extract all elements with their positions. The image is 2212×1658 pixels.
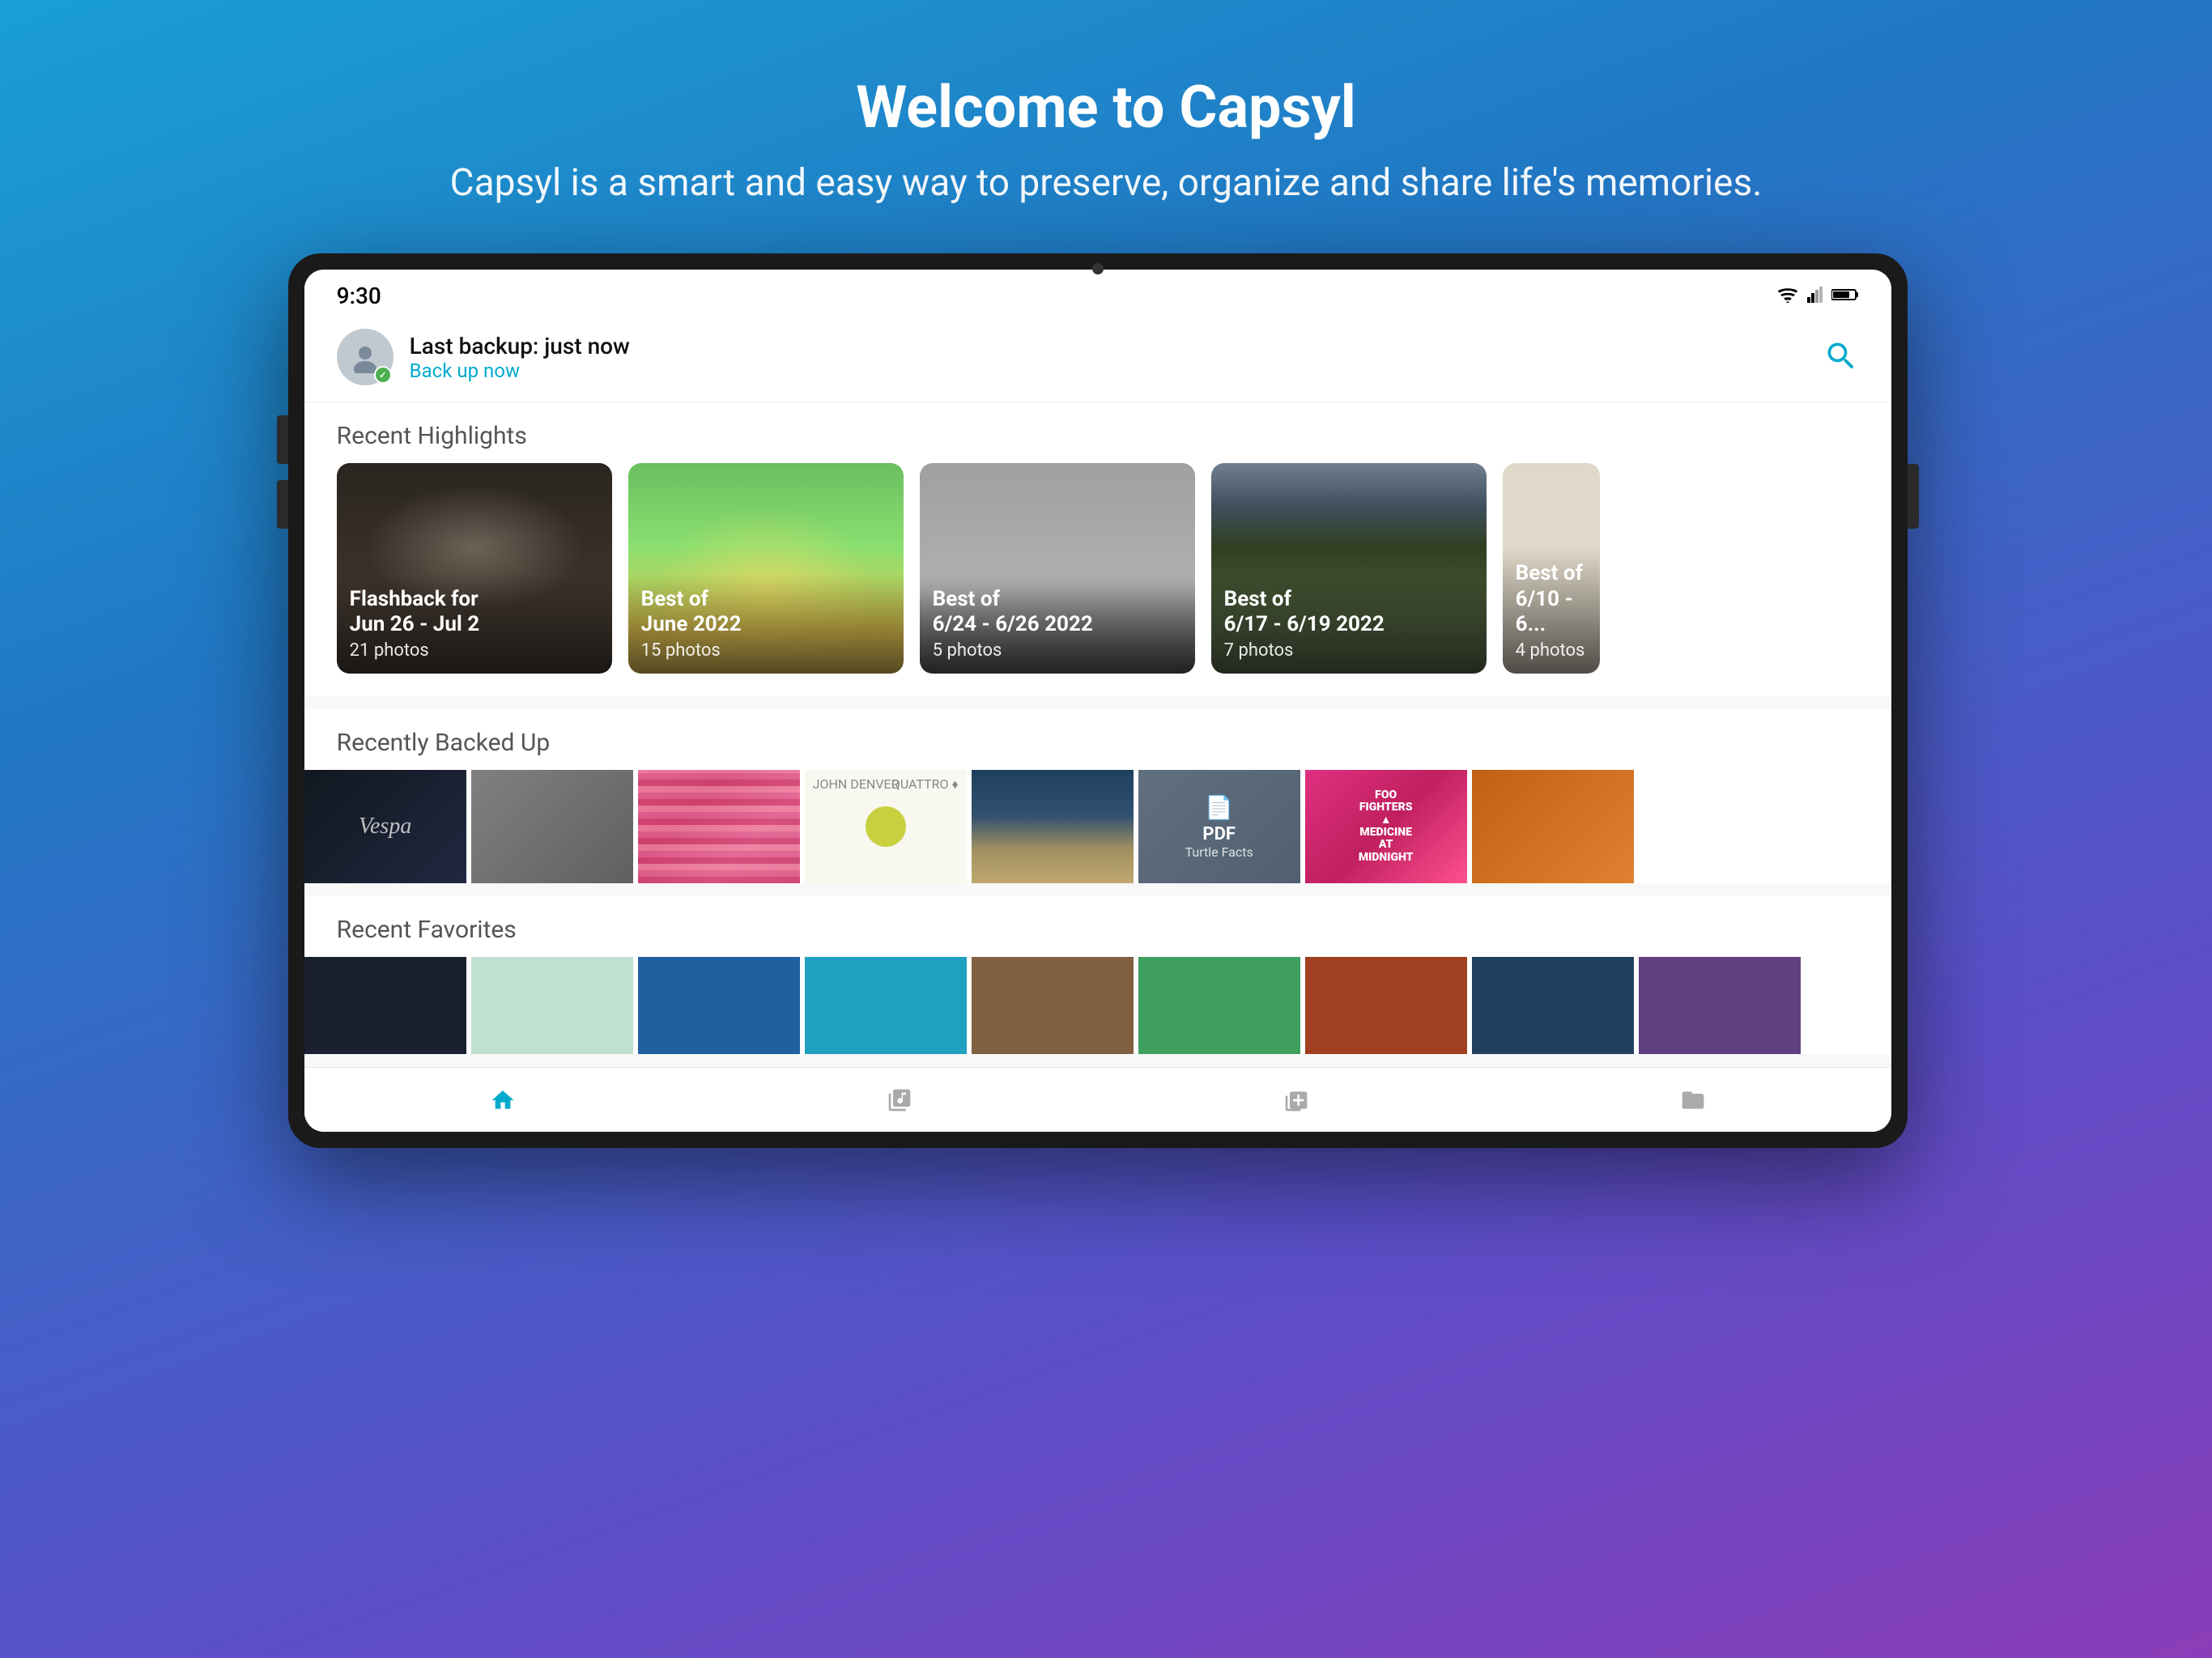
fav-3[interactable] <box>638 957 800 1054</box>
favorites-title: Recent Favorites <box>304 896 1891 957</box>
card-title-5: Best of6/10 - 6... <box>1516 561 1587 637</box>
fav-2[interactable] <box>471 957 633 1054</box>
backed-up-scroll: Vespa JOHN DENVER QUATTRO ♦ <box>304 770 1891 883</box>
thumb-pdf[interactable]: 📄 PDF Turtle Facts <box>1138 770 1300 883</box>
card-title-1: Flashback forJun 26 - Jul 2 <box>350 587 599 637</box>
foo-fighters-label: FOOFIGHTERS▲MEDICINEATMIDNIGHT <box>1359 789 1414 864</box>
thumb-album[interactable]: JOHN DENVER QUATTRO ♦ <box>805 770 967 883</box>
card-count-5: 4 photos <box>1516 640 1587 661</box>
wifi-icon <box>1776 287 1799 306</box>
vespa-label: Vespa <box>359 814 411 840</box>
fav-4[interactable] <box>805 957 967 1054</box>
thumb-8[interactable] <box>1472 770 1634 883</box>
album-dot <box>866 806 906 847</box>
volume-down-button[interactable] <box>277 480 288 529</box>
fav-6[interactable] <box>1138 957 1300 1054</box>
highlight-card-2[interactable]: Best ofJune 2022 15 photos <box>628 463 904 674</box>
volume-up-button[interactable] <box>277 415 288 464</box>
fav-9[interactable] <box>1639 957 1801 1054</box>
card-count-2: 15 photos <box>641 640 891 661</box>
power-button[interactable] <box>1908 464 1919 529</box>
highlight-card-1[interactable]: Flashback forJun 26 - Jul 2 21 photos <box>337 463 612 674</box>
card-count-1: 21 photos <box>350 640 599 661</box>
pdf-icon: 📄 <box>1205 794 1233 821</box>
page-header: Welcome to Capsyl Capsyl is a smart and … <box>288 0 1925 253</box>
search-button[interactable] <box>1823 338 1859 376</box>
highlights-section: Recent Highlights Flashback forJun 26 - … <box>304 402 1891 696</box>
backup-now-link[interactable]: Back up now <box>410 359 520 382</box>
card-overlay-3: Best of6/24 - 6/26 2022 5 photos <box>920 574 1195 674</box>
pdf-label: PDF <box>1202 824 1236 844</box>
backup-status-text: Last backup: just now <box>410 333 630 359</box>
backup-status-badge <box>374 366 392 384</box>
app-header: Last backup: just now Back up now <box>304 316 1891 402</box>
card-overlay-2: Best ofJune 2022 15 photos <box>628 574 904 674</box>
fav-8[interactable] <box>1472 957 1634 1054</box>
card-title-3: Best of6/24 - 6/26 2022 <box>933 587 1182 637</box>
thumb-2[interactable] <box>471 770 633 883</box>
page-background: Welcome to Capsyl Capsyl is a smart and … <box>288 0 1925 1148</box>
fav-7[interactable] <box>1305 957 1467 1054</box>
favorites-scroll <box>304 957 1891 1054</box>
highlights-title: Recent Highlights <box>304 402 1891 463</box>
highlight-card-5[interactable]: Best of6/10 - 6... 4 photos <box>1503 463 1600 674</box>
backed-up-section: Recently Backed Up Vespa JOHN DENVER QUA… <box>304 709 1891 883</box>
content-area: Recent Highlights Flashback forJun 26 - … <box>304 402 1891 1067</box>
fav-1[interactable] <box>304 957 466 1054</box>
card-overlay-1: Flashback forJun 26 - Jul 2 21 photos <box>337 574 612 674</box>
thumb-5[interactable] <box>972 770 1134 883</box>
highlight-card-3[interactable]: Best of6/24 - 6/26 2022 5 photos <box>920 463 1195 674</box>
avatar[interactable] <box>337 329 393 385</box>
signal-icon <box>1807 287 1823 306</box>
highlights-scroll: Flashback forJun 26 - Jul 2 21 photos <box>304 463 1891 696</box>
pdf-name: Turtle Facts <box>1185 844 1253 860</box>
thumb-3[interactable] <box>638 770 800 883</box>
battery-icon <box>1831 287 1859 306</box>
nav-folders[interactable] <box>1495 1068 1891 1132</box>
status-icons <box>1776 287 1859 306</box>
card-overlay-4: Best of6/17 - 6/19 2022 7 photos <box>1211 574 1487 674</box>
fav-5[interactable] <box>972 957 1134 1054</box>
card-count-3: 5 photos <box>933 640 1182 661</box>
tablet-frame: 9:30 <box>288 253 1908 1148</box>
backup-info: Last backup: just now Back up now <box>410 333 630 382</box>
status-time: 9:30 <box>337 283 381 309</box>
favorites-section: Recent Favorites <box>304 896 1891 1054</box>
backed-up-title: Recently Backed Up <box>304 709 1891 770</box>
thumb-1[interactable]: Vespa <box>304 770 466 883</box>
status-bar: 9:30 <box>304 270 1891 316</box>
screen: 9:30 <box>304 270 1891 1132</box>
nav-home[interactable] <box>304 1068 701 1132</box>
nav-library[interactable] <box>1098 1068 1495 1132</box>
card-overlay-5: Best of6/10 - 6... 4 photos <box>1503 548 1600 674</box>
card-count-4: 7 photos <box>1224 640 1474 661</box>
card-title-4: Best of6/17 - 6/19 2022 <box>1224 587 1474 637</box>
bottom-nav <box>304 1067 1891 1132</box>
nav-albums[interactable] <box>701 1068 1098 1132</box>
thumb-7[interactable]: FOOFIGHTERS▲MEDICINEATMIDNIGHT <box>1305 770 1467 883</box>
page-subtitle: Capsyl is a smart and easy way to preser… <box>450 161 1763 205</box>
highlight-card-4[interactable]: Best of6/17 - 6/19 2022 7 photos <box>1211 463 1487 674</box>
card-title-2: Best ofJune 2022 <box>641 587 891 637</box>
page-title: Welcome to Capsyl <box>450 73 1763 142</box>
app-header-left: Last backup: just now Back up now <box>337 329 630 385</box>
